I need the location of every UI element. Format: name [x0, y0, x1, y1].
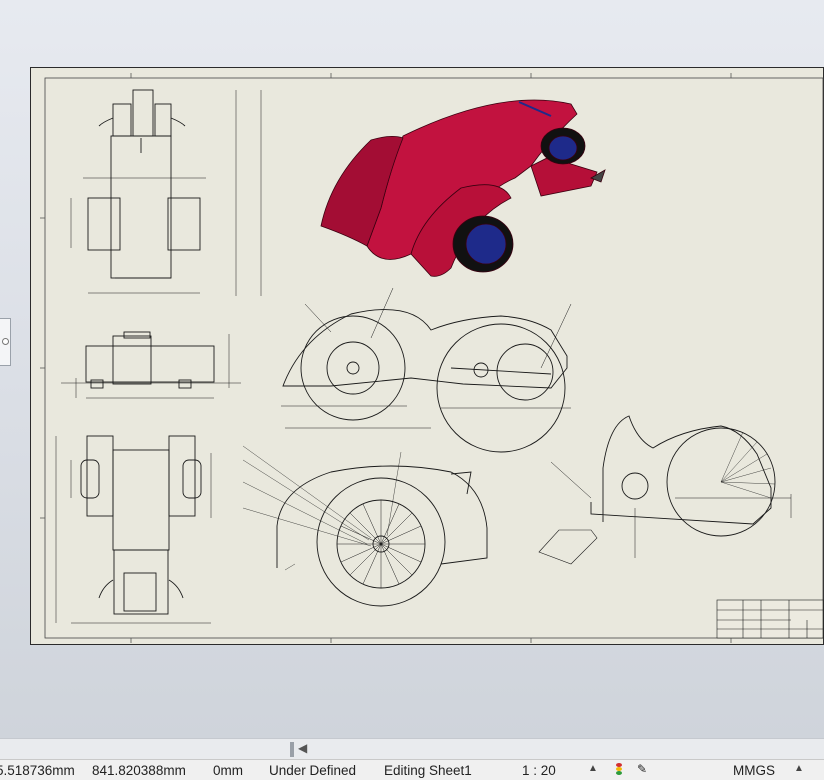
isometric-shaded-view[interactable] — [320, 99, 606, 277]
detail-view[interactable] — [538, 415, 792, 565]
y-coordinate: 841.820388mm — [92, 763, 186, 778]
horizontal-scrollbar[interactable]: ◀ — [0, 738, 824, 760]
bug-icon[interactable]: ✎ — [637, 762, 647, 776]
feature-manager-collapse-handle[interactable] — [0, 318, 11, 366]
drawing-viewport[interactable] — [0, 0, 824, 738]
sheet-drawing — [40, 73, 824, 643]
traffic-light-icon[interactable] — [614, 763, 624, 777]
drawing-sheet[interactable] — [30, 67, 824, 645]
front-view[interactable] — [61, 331, 241, 399]
bottom-view[interactable] — [55, 435, 212, 624]
scale-field[interactable]: 1 : 20 — [522, 763, 556, 778]
status-bar: 5.518736mm 841.820388mm 0mm Under Define… — [0, 759, 824, 780]
top-view[interactable] — [70, 89, 262, 296]
split-handle[interactable] — [290, 742, 294, 757]
scroll-left-icon[interactable]: ◀ — [298, 741, 307, 755]
unit-system[interactable]: MMGS — [733, 763, 775, 778]
editing-status: Editing Sheet1 — [384, 763, 472, 778]
definition-state: Under Defined — [269, 763, 357, 778]
units-dropdown-icon[interactable]: ▲ — [794, 763, 804, 774]
section-view[interactable] — [242, 445, 488, 607]
side-view[interactable] — [281, 287, 572, 453]
collapse-dot-icon — [2, 338, 9, 345]
title-block[interactable] — [716, 599, 824, 639]
x-coordinate: 5.518736mm — [0, 763, 75, 778]
scale-dropdown-icon[interactable]: ▲ — [588, 763, 598, 774]
z-coordinate: 0mm — [213, 763, 243, 778]
